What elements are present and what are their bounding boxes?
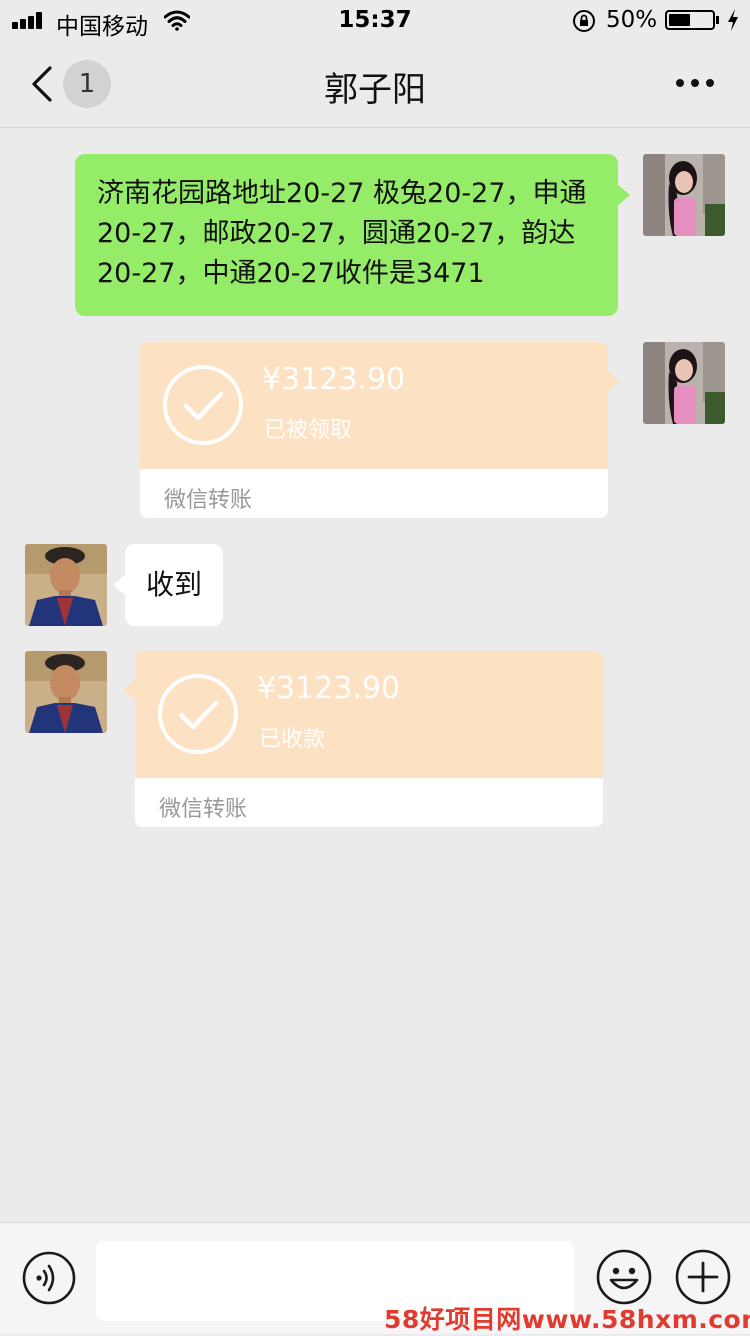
battery-percent: 50% bbox=[606, 7, 658, 33]
received-message-bubble[interactable]: 收到 bbox=[113, 544, 223, 626]
more-icon[interactable] bbox=[675, 78, 715, 88]
chat-title: 郭子阳 bbox=[324, 70, 426, 110]
bubble-tail bbox=[607, 370, 620, 392]
watermark-text: 58好项目网www.58hxm.com bbox=[384, 1305, 750, 1334]
plus-icon[interactable] bbox=[675, 1249, 731, 1305]
charging-icon bbox=[728, 9, 738, 31]
contact-avatar[interactable] bbox=[25, 544, 107, 626]
transfer-label: 微信转账 bbox=[164, 488, 253, 513]
battery-cap bbox=[716, 16, 719, 24]
self-avatar[interactable] bbox=[643, 154, 725, 236]
transfer-card-sent[interactable]: ¥3123.90 已被领取 微信转账 bbox=[140, 342, 620, 518]
battery-level bbox=[669, 14, 690, 26]
bubble-tail bbox=[123, 679, 136, 701]
lock-rotation-icon bbox=[573, 10, 595, 32]
chat-header: 1 郭子阳 bbox=[0, 40, 750, 128]
contact-avatar[interactable] bbox=[25, 651, 107, 733]
self-avatar[interactable] bbox=[643, 342, 725, 424]
emoji-icon[interactable] bbox=[596, 1249, 652, 1305]
check-icon bbox=[158, 674, 238, 754]
battery-icon bbox=[665, 10, 715, 30]
voice-icon[interactable] bbox=[22, 1251, 76, 1305]
transfer-status: 已被领取 bbox=[264, 418, 353, 443]
transfer-amount: ¥3123.90 bbox=[262, 362, 406, 397]
status-bar: 中国移动 15:37 50% bbox=[0, 0, 750, 40]
transfer-amount: ¥3123.90 bbox=[257, 671, 401, 706]
transfer-label: 微信转账 bbox=[159, 797, 248, 822]
transfer-status: 已收款 bbox=[259, 727, 326, 752]
transfer-card-received[interactable]: ¥3123.90 已收款 微信转账 bbox=[123, 651, 603, 827]
check-icon bbox=[163, 365, 243, 445]
sent-message-bubble[interactable]: 济南花园路地址20-27 极兔20-27，申通20-27，邮政20-27，圆通2… bbox=[75, 154, 630, 316]
